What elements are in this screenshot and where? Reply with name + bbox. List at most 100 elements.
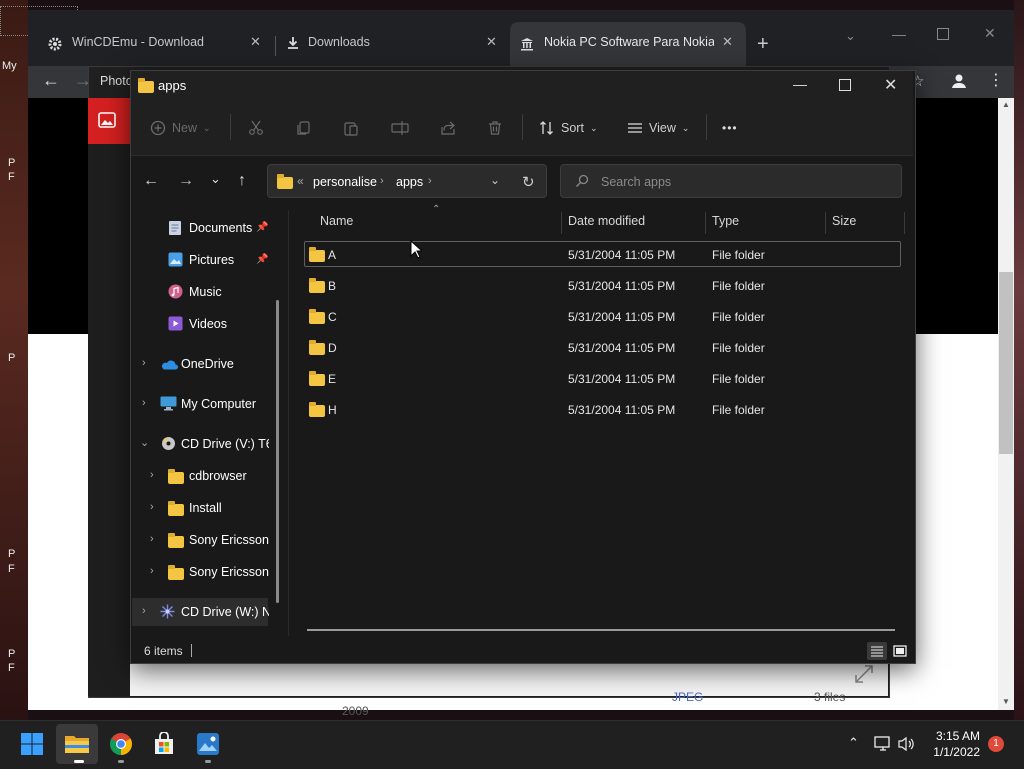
rename-icon[interactable]	[391, 120, 409, 136]
expand-icon[interactable]	[854, 664, 874, 684]
tiles-view-button[interactable]	[891, 642, 909, 660]
column-header-type[interactable]: Type	[712, 214, 739, 228]
share-icon[interactable]	[440, 120, 456, 136]
nav-documents[interactable]: Documents	[189, 221, 252, 235]
nav-pane-scrollbar[interactable]	[276, 300, 279, 603]
horizontal-scrollbar[interactable]	[307, 629, 895, 631]
breadcrumb-overflow[interactable]: «	[297, 174, 304, 188]
table-row[interactable]: A 5/31/2004 11:05 PM File folder	[305, 242, 901, 268]
nav-music[interactable]: Music	[189, 285, 222, 299]
nav-cdbrowser[interactable]: cdbrowser	[189, 469, 247, 483]
scroll-down-icon[interactable]: ▼	[1002, 697, 1010, 706]
start-windows-icon[interactable]	[21, 733, 43, 755]
nav-cd-drive-w[interactable]: CD Drive (W:) N6	[181, 605, 269, 619]
column-divider[interactable]	[825, 212, 826, 234]
chrome-icon[interactable]	[109, 732, 133, 756]
table-row[interactable]: D 5/31/2004 11:05 PM File folder	[305, 335, 901, 361]
close-icon[interactable]: ✕	[884, 75, 897, 95]
details-view-button[interactable]	[867, 642, 887, 660]
cut-icon[interactable]	[248, 120, 264, 136]
nav-onedrive[interactable]: OneDrive	[181, 357, 234, 371]
desktop-label[interactable]: F	[8, 662, 28, 674]
browser-scroll-thumb[interactable]	[999, 272, 1013, 454]
expand-chevron-icon[interactable]: ›	[142, 605, 146, 617]
browser-tab[interactable]: Downloads ✕	[276, 22, 508, 66]
search-input[interactable]: Search apps	[601, 175, 671, 189]
desktop-label[interactable]: My	[2, 60, 22, 72]
maximize-icon[interactable]	[937, 28, 949, 40]
pin-icon[interactable]: 📌	[256, 222, 268, 233]
volume-icon[interactable]	[898, 736, 916, 752]
up-arrow-icon[interactable]: ↑	[238, 172, 246, 190]
pin-icon[interactable]: 📌	[256, 254, 268, 265]
close-tab-icon[interactable]: ✕	[722, 34, 733, 50]
maximize-icon[interactable]	[839, 79, 851, 91]
desktop-label[interactable]: P	[8, 157, 28, 169]
menu-kebab-icon[interactable]: ⋮	[988, 70, 1004, 90]
column-divider[interactable]	[904, 212, 905, 234]
table-row[interactable]: E 5/31/2004 11:05 PM File folder	[305, 366, 901, 392]
address-dropdown-icon[interactable]: ⌄	[490, 173, 500, 187]
expand-chevron-icon[interactable]: ›	[142, 397, 146, 409]
recent-locations-icon[interactable]: ⌄	[210, 171, 221, 187]
desktop-label[interactable]: P	[8, 548, 28, 560]
clock-date[interactable]: 1/1/2022	[920, 745, 980, 759]
desktop-label[interactable]: F	[8, 563, 28, 575]
close-tab-icon[interactable]: ✕	[250, 34, 261, 50]
desktop-label[interactable]: P	[8, 648, 28, 660]
column-divider[interactable]	[561, 212, 562, 234]
refresh-icon[interactable]: ↻	[522, 173, 535, 191]
back-arrow-icon[interactable]: ←	[42, 70, 60, 91]
expand-chevron-icon[interactable]: ›	[150, 501, 154, 513]
collapse-chevron-icon[interactable]: ⌄	[140, 436, 149, 449]
table-row[interactable]: C 5/31/2004 11:05 PM File folder	[305, 304, 901, 330]
browser-tab[interactable]: WinCDEmu - Download ✕	[38, 22, 270, 66]
new-tab-button[interactable]: +	[757, 33, 769, 56]
expand-chevron-icon[interactable]: ›	[150, 533, 154, 545]
breadcrumb-personalise[interactable]: personalise	[313, 175, 377, 189]
desktop-label[interactable]: F	[8, 171, 28, 183]
delete-icon[interactable]	[487, 120, 503, 136]
profile-icon[interactable]	[951, 73, 967, 89]
paste-icon[interactable]	[343, 120, 359, 136]
more-options-button[interactable]: •••	[722, 121, 738, 135]
nav-install[interactable]: Install	[189, 501, 222, 515]
scroll-up-icon[interactable]: ▲	[1002, 100, 1010, 109]
network-icon[interactable]	[874, 736, 892, 752]
nav-sony-ericsson-in[interactable]: Sony Ericsson In	[189, 533, 269, 547]
nav-cd-drive-v[interactable]: CD Drive (V:) T61	[181, 437, 269, 451]
table-row[interactable]: H 5/31/2004 11:05 PM File folder	[305, 397, 901, 423]
nav-videos[interactable]: Videos	[189, 317, 227, 331]
store-icon[interactable]	[152, 732, 176, 756]
expand-chevron-icon[interactable]: ›	[150, 469, 154, 481]
column-divider[interactable]	[705, 212, 706, 234]
expand-chevron-icon[interactable]: ›	[150, 565, 154, 577]
nav-sony-ericsson-m[interactable]: Sony Ericsson M	[189, 565, 269, 579]
clock-time[interactable]: 3:15 AM	[920, 729, 980, 743]
close-tab-icon[interactable]: ✕	[486, 34, 497, 50]
sort-button[interactable]: Sort ⌄	[539, 120, 597, 136]
tab-search-icon[interactable]: ⌄	[845, 28, 856, 44]
forward-arrow-icon[interactable]: →	[178, 172, 194, 190]
nav-pictures[interactable]: Pictures	[189, 253, 234, 267]
table-row[interactable]: B 5/31/2004 11:05 PM File folder	[305, 273, 901, 299]
browser-tab-active[interactable]: Nokia PC Software Para Nokia 6 ✕	[510, 22, 746, 66]
nav-my-computer[interactable]: My Computer	[181, 397, 256, 411]
copy-icon[interactable]	[296, 120, 312, 136]
chevron-up-icon[interactable]: ⌃	[848, 735, 859, 751]
column-header-name[interactable]: Name	[320, 214, 353, 228]
new-button[interactable]: New ⌄	[150, 120, 211, 136]
breadcrumb-apps[interactable]: apps	[396, 175, 423, 189]
minimize-icon[interactable]: —	[793, 76, 807, 92]
desktop-label[interactable]: P	[8, 352, 28, 364]
back-arrow-icon[interactable]: ←	[143, 172, 159, 190]
minimize-icon[interactable]: —	[892, 26, 906, 42]
expand-chevron-icon[interactable]: ›	[142, 357, 146, 369]
close-icon[interactable]: ✕	[984, 25, 996, 42]
notification-badge[interactable]: 1	[988, 736, 1004, 752]
column-header-date-modified[interactable]: Date modified	[568, 214, 645, 228]
view-button[interactable]: View ⌄	[627, 120, 689, 136]
pane-divider[interactable]	[288, 210, 289, 636]
photos-app-icon[interactable]	[196, 732, 220, 756]
column-header-size[interactable]: Size	[832, 214, 856, 228]
